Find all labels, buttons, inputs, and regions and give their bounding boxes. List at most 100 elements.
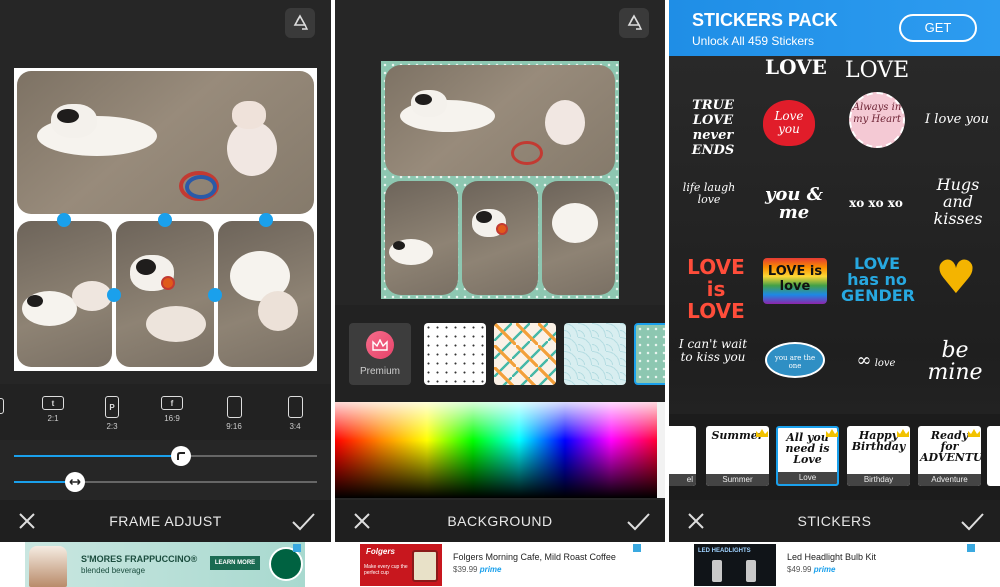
sticker-always-text: Always in my Heart <box>852 102 902 125</box>
bottom-toolbar: BACKGROUND <box>335 500 665 542</box>
bottom-toolbar: STICKERS <box>669 500 1000 542</box>
stickers-screen: STICKERS PACK Unlock All 459 Stickers GE… <box>669 0 1000 587</box>
recycle-icon[interactable] <box>285 8 315 38</box>
resize-handle[interactable] <box>208 288 222 302</box>
ratio-option[interactable]: 3:4 <box>275 396 315 431</box>
crown-icon <box>968 424 980 437</box>
adchoices-icon[interactable] <box>293 544 301 552</box>
collage-photo-bottom-right[interactable] <box>542 181 615 295</box>
collage-photo-bottom-right[interactable] <box>218 221 314 367</box>
sticker-love[interactable]: LOVE <box>765 55 827 79</box>
collage-canvas <box>381 61 619 299</box>
sticker-love-is-love[interactable]: LOVE is LOVE <box>681 256 751 322</box>
background-pattern-tile[interactable] <box>564 323 626 385</box>
collage-photo-bottom-left[interactable] <box>17 221 112 367</box>
stickers-pack-banner[interactable]: STICKERS PACK Unlock All 459 Stickers GE… <box>669 0 1000 56</box>
sticker-xoxo[interactable]: xo xo xo <box>839 196 913 210</box>
ad-banner[interactable]: Folgers Make every cup the perfect cup F… <box>335 542 665 587</box>
sticker-rainbow-heart[interactable]: ♥ <box>931 250 981 304</box>
get-button[interactable]: GET <box>899 14 977 42</box>
sticker-love-you-text: Love you <box>774 109 804 136</box>
learn-more-button[interactable]: LEARN MORE <box>210 556 260 570</box>
ratio-label: 9:16 <box>226 422 242 431</box>
banner-title: STICKERS PACK <box>692 10 838 30</box>
ad-product-title[interactable]: Led Headlight Bulb Kit <box>787 552 876 562</box>
sticker-love-is-love-rainbow-text: LOVE is love <box>767 264 823 294</box>
folgers-tagline: Make every cup the perfect cup <box>364 564 408 576</box>
sticker-infinity-love[interactable]: ∞ love <box>841 350 911 371</box>
checkmark-icon[interactable] <box>290 508 316 534</box>
background-pattern-tile[interactable] <box>494 323 556 385</box>
resize-handle[interactable] <box>57 213 71 227</box>
collage-photo-bottom-middle[interactable] <box>116 221 214 367</box>
bulb-icon <box>746 560 756 582</box>
ratio-option[interactable]: P 2:3 <box>92 396 132 431</box>
recycle-icon[interactable] <box>619 8 649 38</box>
sticker-true-love[interactable]: TRUE LOVE never ENDS <box>677 98 749 158</box>
spacing-slider-knob[interactable] <box>64 472 85 492</box>
headlight-ad-image[interactable]: LED HEADLIGHTS <box>694 544 776 586</box>
category-caption: Adventure <box>918 474 981 486</box>
coffee-canister-icon <box>412 550 438 582</box>
resize-handle[interactable] <box>107 288 121 302</box>
checkmark-icon[interactable] <box>625 508 651 534</box>
ad-banner[interactable]: S'MORES FRAPPUCCINO® blended beverage LE… <box>0 542 331 587</box>
sticker-love[interactable]: LOVE <box>845 58 909 83</box>
bottom-toolbar: FRAME ADJUST <box>0 500 331 542</box>
category-art: All you need is Love <box>785 431 830 466</box>
twitter-icon: t <box>42 396 64 410</box>
background-pattern-tile[interactable] <box>424 323 486 385</box>
ratio-option[interactable]: t 2:1 <box>33 396 73 423</box>
collage-photo-top[interactable] <box>385 65 615 176</box>
ad-price: $49.99 prime <box>787 565 836 574</box>
category-caption: Birthday <box>847 474 910 486</box>
screen-title: FRAME ADJUST <box>109 513 222 529</box>
category-caption: Summer <box>706 474 769 486</box>
collage-photo-top[interactable] <box>17 71 314 214</box>
premium-label: Premium <box>359 366 400 377</box>
premium-button[interactable]: Premium <box>349 323 411 385</box>
color-spectrum-picker[interactable] <box>335 402 657 498</box>
sticker-i-love-you[interactable]: I love you <box>921 112 993 127</box>
category-thumb-partial-right[interactable] <box>987 426 1000 486</box>
background-pattern-tile-selected[interactable] <box>634 323 665 385</box>
sticker-be-mine[interactable]: be mine <box>925 340 985 384</box>
sticker-cant-wait-to-kiss-you[interactable]: I can't wait to kiss you <box>675 338 751 364</box>
collage-photo-bottom-middle[interactable] <box>462 181 538 295</box>
sticker-love-has-no-gender[interactable]: LOVE has no GENDER <box>841 256 915 304</box>
adchoices-icon[interactable] <box>633 544 641 552</box>
sticker-infinity-text: love <box>874 358 896 369</box>
ratio-partial-icon[interactable] <box>0 398 4 414</box>
resize-handle[interactable] <box>158 213 172 227</box>
crown-icon <box>897 424 909 437</box>
ad-product-title[interactable]: Folgers Morning Cafe, Mild Roast Coffee <box>453 552 616 562</box>
crown-icon <box>366 331 394 359</box>
ad-price: $39.99 prime <box>453 565 502 574</box>
category-thumb-partial[interactable]: el <box>669 426 696 486</box>
folgers-ad-image[interactable]: Folgers Make every cup the perfect cup <box>360 544 442 586</box>
ratio-label: 2:1 <box>47 414 59 423</box>
sticker-you-and-me[interactable]: you & me <box>759 186 829 222</box>
ratio-label: 16:9 <box>164 414 180 423</box>
ad-image[interactable]: S'MORES FRAPPUCCINO® blended beverage LE… <box>25 542 305 587</box>
portrait-ratio-icon <box>226 396 242 418</box>
sticker-hugs-and-kisses[interactable]: Hugs and kisses <box>925 176 991 227</box>
adchoices-icon[interactable] <box>967 544 975 552</box>
sticker-life-laugh-love[interactable]: life laugh love <box>679 182 739 206</box>
portrait-ratio-icon <box>287 396 303 418</box>
collage-photo-bottom-left[interactable] <box>385 181 458 295</box>
ad-headline: S'MORES FRAPPUCCINO® <box>81 554 198 564</box>
corner-radius-slider-knob[interactable] <box>170 446 191 466</box>
ratio-option[interactable]: f 16:9 <box>152 396 192 423</box>
spectrum-scrollbar[interactable] <box>657 402 665 498</box>
checkmark-icon[interactable] <box>959 508 985 534</box>
screen-title: BACKGROUND <box>447 513 553 529</box>
screen-title: STICKERS <box>797 513 872 529</box>
resize-handle[interactable] <box>259 213 273 227</box>
crown-icon <box>756 424 768 437</box>
ad-banner[interactable]: LED HEADLIGHTS Led Headlight Bulb Kit $4… <box>669 542 1000 587</box>
sticker-you-are-the-one-text: you are the one <box>774 354 816 370</box>
banner-subtitle: Unlock All 459 Stickers <box>692 34 815 48</box>
ratio-option[interactable]: 9:16 <box>214 396 254 431</box>
background-screen: Premium BACKGROUND Folgers Make every cu… <box>335 0 665 587</box>
